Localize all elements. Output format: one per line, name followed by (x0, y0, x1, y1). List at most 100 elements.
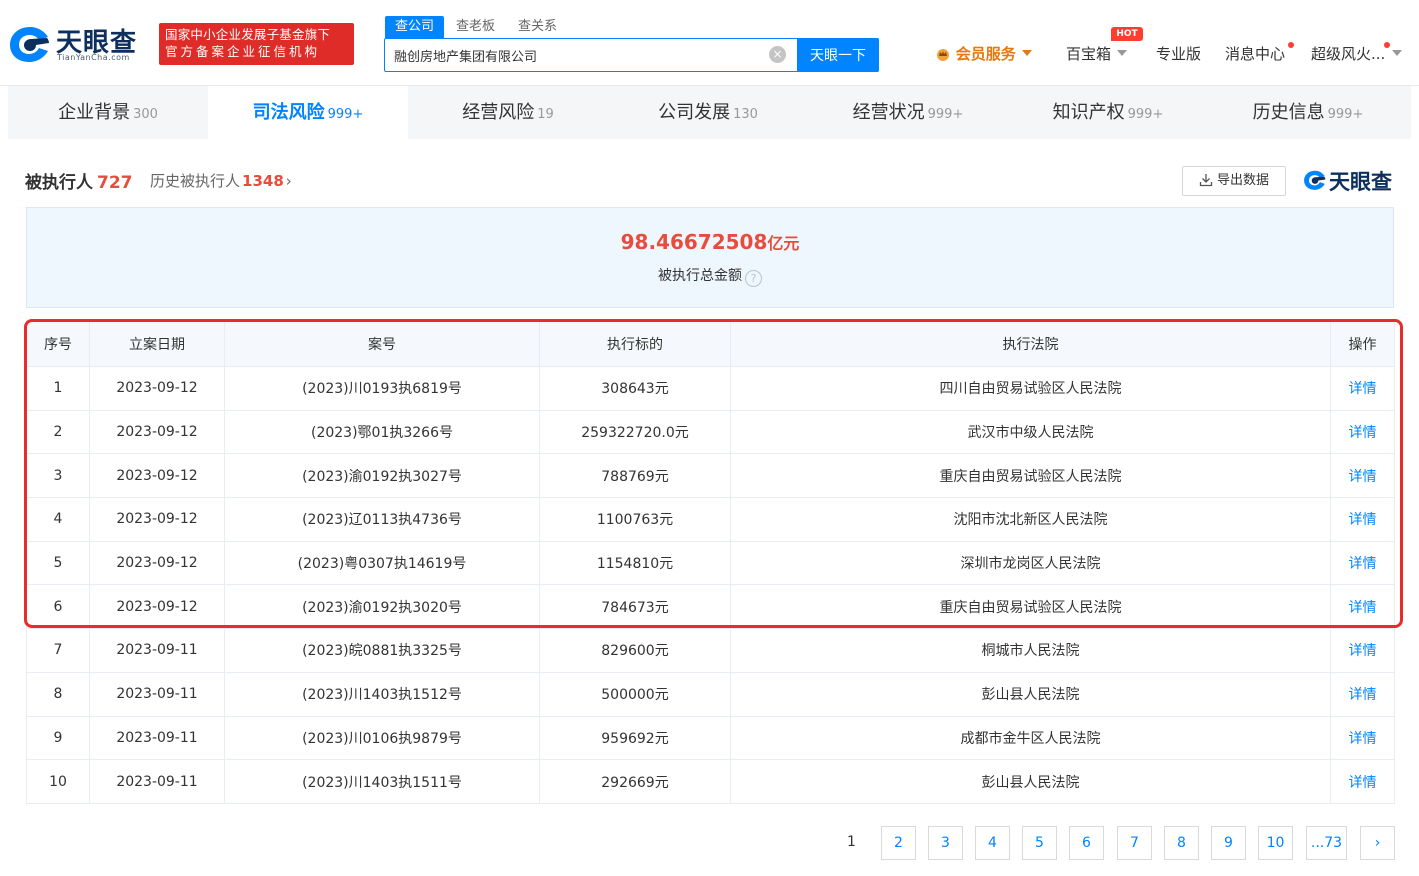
col-header-amount: 执行标的 (539, 320, 731, 367)
tab-intellectual-property[interactable]: 知识产权 999+ (1008, 86, 1208, 139)
tab-operating-status[interactable]: 经营状况 999+ (808, 86, 1008, 139)
tab-label: 经营状况 (852, 102, 925, 123)
cell-index: 9 (26, 715, 90, 761)
user-dot-icon (1384, 42, 1390, 48)
pagination: 1 2 3 4 5 6 7 8 9 10 ...73 › (0, 826, 1419, 860)
tab-label: 知识产权 (1052, 102, 1125, 123)
crown-icon (937, 49, 949, 61)
tab-count: 999+ (927, 107, 964, 122)
cell-case-number: (2023)粤0307执14619号 (224, 540, 540, 586)
cell-case-number: (2023)辽0113执4736号 (224, 497, 540, 542)
cell-date: 2023-09-12 (89, 366, 225, 411)
help-icon[interactable]: ? (745, 270, 762, 287)
chevron-down-icon (1117, 50, 1128, 56)
detail-link[interactable]: 详情 (1330, 366, 1395, 411)
cell-court: 彭山县人民法院 (730, 759, 1331, 804)
cell-date: 2023-09-11 (89, 628, 225, 673)
tab-count: 19 (537, 107, 554, 122)
section-count: 727 (97, 173, 133, 193)
cell-amount: 788769元 (539, 453, 731, 499)
chevron-down-icon[interactable] (1392, 50, 1402, 56)
search-input[interactable] (385, 39, 795, 71)
detail-link[interactable]: 详情 (1330, 497, 1395, 542)
tab-enterprise-background[interactable]: 企业背景 300 (8, 86, 208, 139)
cell-case-number: (2023)鄂01执3266号 (224, 409, 540, 455)
cell-amount: 500000元 (539, 671, 731, 717)
message-center-link[interactable]: 消息中心 (1225, 44, 1285, 64)
tab-company-development[interactable]: 公司发展 130 (608, 86, 808, 139)
table-row: 8 2023-09-11 (2023)川1403执1512号 500000元 彭… (26, 671, 1395, 717)
search-tab-boss[interactable]: 查老板 (456, 16, 495, 38)
next-page-button[interactable]: › (1360, 826, 1395, 860)
page-button[interactable]: 4 (975, 826, 1010, 860)
detail-link[interactable]: 详情 (1330, 628, 1395, 673)
cell-index: 5 (26, 540, 90, 586)
tab-history-info[interactable]: 历史信息 999+ (1208, 86, 1408, 139)
tab-judicial-risk[interactable]: 司法风险 999+ (208, 86, 408, 139)
category-tabs: 企业背景 300 司法风险 999+ 经营风险 19 公司发展 130 经营状况 999+… (8, 86, 1411, 139)
section-title-label: 被执行人 (25, 173, 93, 193)
chevron-right-icon: › (285, 172, 292, 190)
cell-case-number: (2023)川0193执6819号 (224, 366, 540, 411)
toolbox-menu[interactable]: 百宝箱 (1066, 44, 1128, 64)
export-data-button[interactable]: 导出数据 (1182, 166, 1286, 196)
detail-link[interactable]: 详情 (1330, 584, 1395, 630)
gov-badge-line1: 国家中小企业发展子基金旗下 (165, 27, 331, 42)
cell-case-number: (2023)皖0881执3325号 (224, 628, 540, 673)
tab-count: 999+ (327, 107, 364, 122)
detail-link[interactable]: 详情 (1330, 453, 1395, 499)
cell-index: 8 (26, 671, 90, 717)
table-row: 10 2023-09-11 (2023)川1403执1511号 292669元 … (26, 759, 1395, 804)
search-tab-company[interactable]: 查公司 (385, 16, 445, 38)
tab-count: 130 (733, 107, 758, 122)
detail-link[interactable]: 详情 (1330, 759, 1395, 804)
history-executed-link[interactable]: 历史被执行人 1348 › (150, 170, 292, 191)
cell-index: 6 (26, 584, 90, 630)
tianyancha-logo-icon (1304, 170, 1326, 190)
cell-date: 2023-09-11 (89, 759, 225, 804)
page-button[interactable]: 6 (1069, 826, 1104, 860)
tab-label: 司法风险 (252, 102, 325, 123)
page-button[interactable]: 9 (1211, 826, 1246, 860)
cell-amount: 1154810元 (539, 540, 731, 586)
toolbox-label: 百宝箱 (1066, 45, 1112, 63)
cell-case-number: (2023)渝0192执3020号 (224, 584, 540, 630)
cell-case-number: (2023)川0106执9879号 (224, 715, 540, 761)
cell-date: 2023-09-12 (89, 497, 225, 542)
cell-case-number: (2023)川1403执1512号 (224, 671, 540, 717)
cell-date: 2023-09-12 (89, 584, 225, 630)
page-button-last[interactable]: ...73 (1306, 826, 1347, 860)
cell-court: 桐城市人民法院 (730, 628, 1331, 673)
cell-date: 2023-09-11 (89, 715, 225, 761)
table-row: 6 2023-09-12 (2023)渝0192执3020号 784673元 重… (26, 584, 1395, 630)
search-button[interactable]: 天眼一下 (797, 38, 879, 72)
page-button[interactable]: 8 (1164, 826, 1199, 860)
page-button[interactable]: 3 (928, 826, 963, 860)
cell-index: 4 (26, 497, 90, 542)
page-button[interactable]: 10 (1258, 826, 1293, 860)
page-button[interactable]: 7 (1117, 826, 1152, 860)
user-menu[interactable]: 超级风火... (1311, 44, 1385, 64)
search-tab-relation[interactable]: 查关系 (518, 16, 557, 38)
detail-link[interactable]: 详情 (1330, 409, 1395, 455)
gov-badge: 国家中小企业发展子基金旗下 官方备案企业征信机构 (159, 23, 354, 65)
total-amount: 98.46672508亿元 (27, 230, 1393, 254)
tab-label: 历史信息 (1252, 102, 1325, 123)
cell-amount: 292669元 (539, 759, 731, 804)
site-logo[interactable]: 天眼查 TianYanCha.com (8, 22, 148, 66)
total-amount-unit: 亿元 (767, 234, 800, 253)
detail-link[interactable]: 详情 (1330, 715, 1395, 761)
history-count: 1348 (242, 172, 284, 190)
clear-icon[interactable]: × (769, 46, 786, 63)
page-button[interactable]: 2 (881, 826, 916, 860)
page-button[interactable]: 5 (1022, 826, 1057, 860)
pro-version-link[interactable]: 专业版 (1156, 44, 1201, 64)
section-title: 被执行人 727 (25, 168, 133, 193)
detail-link[interactable]: 详情 (1330, 671, 1395, 717)
detail-link[interactable]: 详情 (1330, 540, 1395, 586)
tab-operating-risk[interactable]: 经营风险 19 (408, 86, 608, 139)
cell-court: 重庆自由贸易试验区人民法院 (730, 453, 1331, 499)
cell-court: 沈阳市沈北新区人民法院 (730, 497, 1331, 542)
vip-service-menu[interactable]: 会员服务 (935, 44, 1032, 64)
table-row: 7 2023-09-11 (2023)皖0881执3325号 829600元 桐… (26, 628, 1395, 673)
